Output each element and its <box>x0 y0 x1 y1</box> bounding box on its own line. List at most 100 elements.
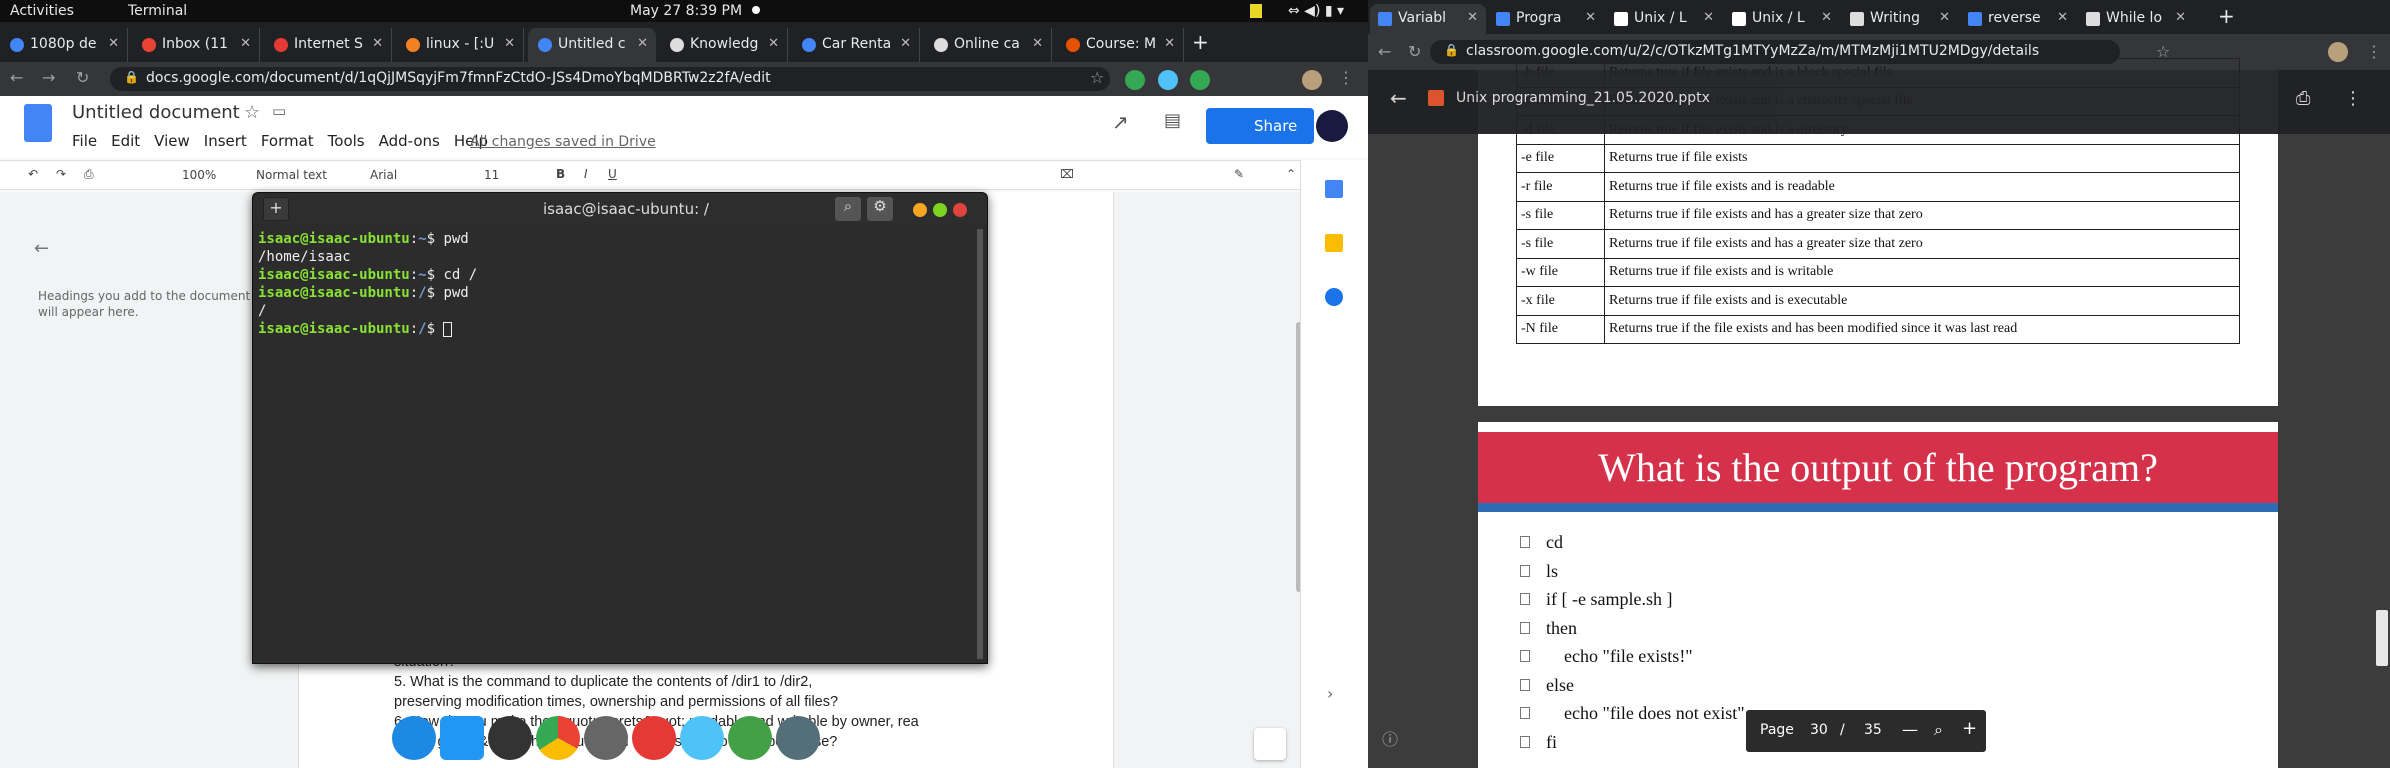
star-icon[interactable]: ☆ <box>244 102 260 123</box>
terminal-icon[interactable] <box>488 716 532 760</box>
app-menu[interactable]: Terminal <box>128 3 187 19</box>
browser-tab[interactable]: Variabl ✕ <box>1370 4 1486 34</box>
zoom-icon[interactable]: ⌕ <box>1934 720 1943 740</box>
browser-tab[interactable]: Online ca ✕ <box>924 28 1052 62</box>
vscode-icon[interactable] <box>440 716 484 760</box>
collapse-icon[interactable]: ⌃ <box>1286 167 1296 181</box>
zoom-out-icon[interactable]: — <box>1902 720 1918 739</box>
address-bar[interactable]: 🔒 docs.google.com/document/d/1qQjJMSqyjF… <box>110 67 1110 91</box>
more-icon[interactable]: ⋮ <box>2344 88 2362 109</box>
menu-add-ons[interactable]: Add-ons <box>379 132 440 150</box>
chrome-icon[interactable] <box>536 716 580 760</box>
thunderbird-icon[interactable] <box>392 716 436 760</box>
zoom-in-icon[interactable]: + <box>1962 718 1977 739</box>
browser-tab[interactable]: 1080p de ✕ <box>0 28 128 62</box>
share-button[interactable]: Share <box>1206 108 1314 144</box>
browser-tab[interactable]: Internet S ✕ <box>264 28 392 62</box>
settings-icon[interactable] <box>584 716 628 760</box>
minimize-icon[interactable] <box>913 203 927 217</box>
redo-icon[interactable]: ↷ <box>56 167 66 181</box>
close-tab-icon[interactable]: ✕ <box>2175 10 2186 25</box>
docs-logo-icon[interactable] <box>24 104 52 142</box>
close-tab-icon[interactable]: ✕ <box>1703 10 1714 25</box>
spreadsheet-icon[interactable] <box>728 716 772 760</box>
terminal-window[interactable]: + isaac@isaac-ubuntu: / ⌕ ⚙ isaac@isaac-… <box>252 192 988 664</box>
help-icon[interactable]: ⓘ <box>1382 726 1398 750</box>
browser-tab[interactable]: Inbox (11 ✕ <box>132 28 260 62</box>
clock[interactable]: May 27 8:39 PM <box>630 3 742 19</box>
avatar[interactable] <box>1316 110 1348 142</box>
new-tab-icon[interactable]: + <box>2218 4 2235 28</box>
close-tab-icon[interactable]: ✕ <box>504 36 515 51</box>
close-tab-icon[interactable]: ✕ <box>1585 10 1596 25</box>
back-icon[interactable]: ← <box>1378 42 1391 61</box>
browser-tab[interactable]: Car Renta ✕ <box>792 28 920 62</box>
browser-tab[interactable]: Unix / L ✕ <box>1606 4 1722 34</box>
back-arrow-icon[interactable]: ← <box>34 238 49 259</box>
edit-mode-icon[interactable]: ✎ <box>1234 167 1244 181</box>
close-icon[interactable] <box>953 203 967 217</box>
close-viewer-icon[interactable]: ← <box>1390 86 1407 110</box>
new-tab-icon[interactable]: + <box>1192 30 1209 54</box>
zoom-select[interactable]: 100% <box>182 168 216 182</box>
close-tab-icon[interactable]: ✕ <box>637 36 648 51</box>
star-icon[interactable]: ☆ <box>1090 68 1104 87</box>
activities-button[interactable]: Activities <box>10 3 74 19</box>
browser-tab[interactable]: Writing ✕ <box>1842 4 1958 34</box>
close-tab-icon[interactable]: ✕ <box>1821 10 1832 25</box>
underline-icon[interactable]: U <box>608 167 617 181</box>
close-tab-icon[interactable]: ✕ <box>1467 10 1478 25</box>
browser-tab[interactable]: reverse ✕ <box>1960 4 2076 34</box>
search-icon[interactable]: ⌕ <box>835 197 861 221</box>
maximize-icon[interactable] <box>933 203 947 217</box>
folder-icon[interactable]: ▭ <box>272 102 286 120</box>
terminal-scrollbar[interactable] <box>977 229 983 659</box>
bold-icon[interactable]: B <box>556 167 565 181</box>
style-select[interactable]: Normal text <box>256 168 327 182</box>
browser-tab[interactable]: Course: M ✕ <box>1056 28 1184 62</box>
launcher-icon[interactable] <box>776 716 820 760</box>
back-icon[interactable]: ← <box>10 68 23 87</box>
print-icon[interactable]: ⎙ <box>2296 88 2310 109</box>
expand-icon[interactable]: › <box>1327 684 1333 703</box>
italic-icon[interactable]: I <box>584 167 588 181</box>
extension-icon[interactable] <box>1158 70 1178 90</box>
menu-file[interactable]: File <box>72 132 97 150</box>
more-icon[interactable]: ⋮ <box>1338 68 1354 87</box>
browser-tab[interactable]: Unix / L ✕ <box>1724 4 1840 34</box>
reload-icon[interactable]: ↻ <box>76 68 89 87</box>
size-select[interactable]: 11 <box>484 168 499 182</box>
keep-icon[interactable] <box>1325 234 1343 252</box>
gear-icon[interactable]: ⚙ <box>867 197 893 221</box>
close-tab-icon[interactable]: ✕ <box>1939 10 1950 25</box>
menu-edit[interactable]: Edit <box>111 132 140 150</box>
app-icon[interactable] <box>680 716 724 760</box>
close-tab-icon[interactable]: ✕ <box>900 36 911 51</box>
browser-tab[interactable]: While lo ✕ <box>2078 4 2194 34</box>
avatar[interactable] <box>2328 42 2348 62</box>
close-tab-icon[interactable]: ✕ <box>372 36 383 51</box>
close-tab-icon[interactable]: ✕ <box>2057 10 2068 25</box>
explore-button[interactable] <box>1254 728 1286 760</box>
menu-view[interactable]: View <box>154 132 190 150</box>
reload-icon[interactable]: ↻ <box>1408 42 1421 61</box>
close-tab-icon[interactable]: ✕ <box>1164 36 1175 51</box>
save-status[interactable]: All changes saved in Drive <box>470 134 656 150</box>
close-tab-icon[interactable]: ✕ <box>108 36 119 51</box>
clear-format-icon[interactable]: ⌧ <box>1060 167 1074 181</box>
menu-tools[interactable]: Tools <box>328 132 365 150</box>
activity-icon[interactable]: ↗ <box>1112 110 1129 134</box>
scrollbar-thumb[interactable] <box>2376 610 2388 666</box>
comment-icon[interactable]: ▤ <box>1164 110 1181 131</box>
extension-icon[interactable] <box>1190 70 1210 90</box>
browser-tab[interactable]: Progra ✕ <box>1488 4 1604 34</box>
calendar-icon[interactable] <box>1325 180 1343 198</box>
browser-tab[interactable]: linux - [:U ✕ <box>396 28 524 62</box>
close-tab-icon[interactable]: ✕ <box>768 36 779 51</box>
avatar[interactable] <box>1302 70 1322 90</box>
menu-format[interactable]: Format <box>261 132 314 150</box>
more-icon[interactable]: ⋮ <box>2366 42 2382 61</box>
youtube-icon[interactable] <box>632 716 676 760</box>
browser-tab[interactable]: Untitled c ✕ <box>528 28 656 62</box>
new-tab-button[interactable]: + <box>263 197 289 221</box>
